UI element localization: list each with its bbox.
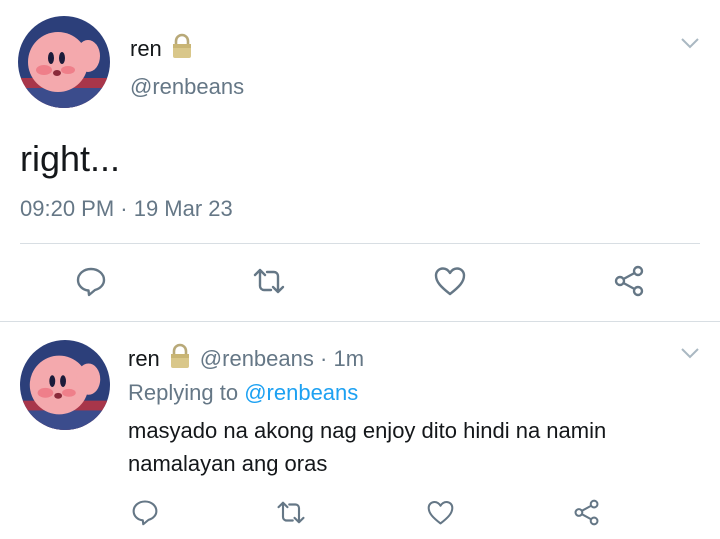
reply-icon bbox=[132, 500, 158, 526]
like-icon bbox=[434, 267, 466, 296]
divider bbox=[0, 321, 720, 322]
share-icon bbox=[574, 499, 598, 525]
tweet-timestamp[interactable]: 09:20 PM · 19 Mar 23 bbox=[20, 196, 233, 222]
like-button[interactable] bbox=[429, 262, 471, 300]
kirby-avatar-image bbox=[18, 16, 110, 108]
reply-header: ren @renbeans · 1m bbox=[128, 343, 364, 375]
avatar[interactable] bbox=[20, 340, 110, 430]
chevron-down-icon[interactable] bbox=[680, 346, 700, 364]
reply-icon bbox=[76, 267, 106, 297]
tweet-text: masyado na akong nag enjoy dito hindi na… bbox=[128, 418, 607, 476]
divider bbox=[20, 243, 700, 244]
retweet-icon bbox=[277, 501, 305, 523]
retweet-button[interactable] bbox=[248, 262, 290, 300]
replying-to-label: Replying to bbox=[128, 380, 239, 405]
author-name-text[interactable]: ren bbox=[130, 36, 162, 61]
replying-to-link[interactable]: @renbeans bbox=[244, 380, 358, 405]
like-button[interactable] bbox=[422, 495, 458, 529]
retweet-button[interactable] bbox=[272, 495, 310, 529]
reply-button[interactable] bbox=[70, 262, 112, 300]
tweet-text: right... bbox=[20, 138, 121, 179]
avatar[interactable] bbox=[18, 16, 110, 108]
lock-icon bbox=[168, 343, 192, 375]
author-handle[interactable]: @renbeans bbox=[200, 346, 314, 371]
meta-separator: · bbox=[320, 346, 328, 371]
retweet-icon bbox=[253, 268, 285, 294]
tweet-age[interactable]: 1m bbox=[333, 346, 364, 371]
author-handle[interactable]: @renbeans bbox=[130, 74, 244, 100]
author-name[interactable]: ren bbox=[128, 346, 160, 371]
share-icon bbox=[614, 265, 644, 297]
author-name[interactable]: ren bbox=[130, 33, 194, 65]
replying-to: Replying to @renbeans bbox=[128, 380, 358, 406]
like-icon bbox=[427, 500, 453, 524]
share-button[interactable] bbox=[608, 262, 650, 300]
kirby-avatar-image bbox=[20, 340, 110, 430]
share-button[interactable] bbox=[568, 495, 604, 529]
chevron-down-icon[interactable] bbox=[680, 36, 700, 54]
lock-icon bbox=[170, 33, 194, 65]
reply-button[interactable] bbox=[128, 495, 162, 529]
